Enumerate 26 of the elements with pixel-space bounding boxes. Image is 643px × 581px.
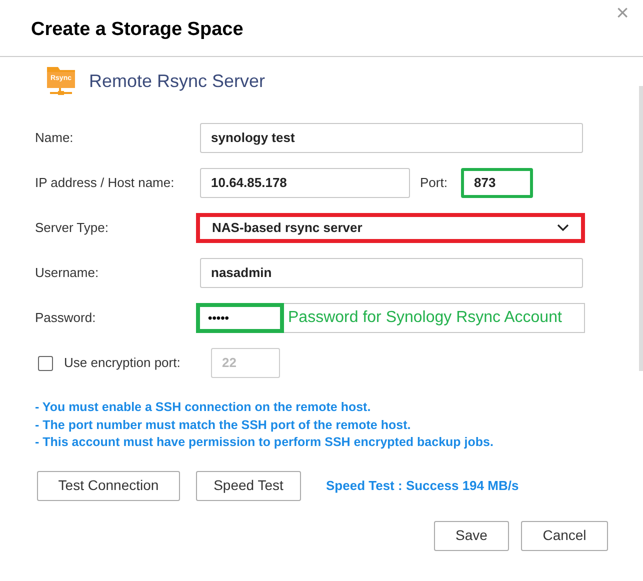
annotation-text: Password for Synology Rsync Account [288,308,562,328]
note-text: - This account must have permission to perform SSH encrypted backup jobs. [35,434,494,451]
save-button[interactable]: Save [434,520,509,550]
chevron-down-icon [557,224,569,232]
field-label: Use encryption port: [64,355,180,370]
note-text: - The port number must match the SSH port of the remote host. [35,416,412,434]
server-type-dropdown[interactable]: NAS-based rsync server [196,213,585,243]
scrollbar-thumb[interactable] [639,86,643,371]
cancel-button[interactable]: Cancel [521,520,608,550]
field-label: Name: [35,130,74,145]
note-text: - You must enable a SSH connection on the remote host. [35,399,372,416]
field-label: IP address / Host name: [35,175,174,190]
test-connection-button[interactable]: Test Connection [37,470,180,500]
section-title: Remote Rsync Server [89,70,266,93]
input-field[interactable]: synology test [200,123,583,153]
input-field[interactable]: 10.64.85.178 [200,168,410,198]
input-field[interactable]: nasadmin [200,258,583,288]
password-field[interactable]: ••••• [196,303,284,333]
dialog-title: Create a Storage Space [31,18,244,42]
field-label: Username: [35,265,99,280]
field-label: Password: [35,310,96,325]
input-field[interactable]: 873 [461,168,533,198]
field-label: Server Type: [35,220,108,235]
speed-test-button[interactable]: Speed Test [196,470,301,500]
field-label: Port: [420,175,448,190]
speed-result-text: Speed Test : Success 194 MB/s [326,476,519,495]
